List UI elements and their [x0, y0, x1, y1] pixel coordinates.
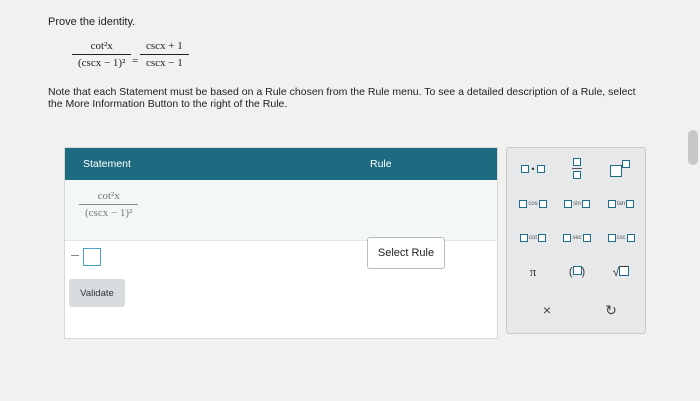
- undo-icon: ↻: [605, 301, 617, 318]
- cos-button[interactable]: cos: [513, 196, 553, 212]
- prompt-text: Prove the identity.: [48, 16, 136, 28]
- parentheses-button[interactable]: (): [561, 262, 593, 282]
- statement-expression: cot²x (cscx − 1)²: [79, 190, 139, 219]
- equals-sign: =: [132, 55, 139, 67]
- rule-header: Rule: [370, 158, 392, 170]
- statement-header: Statement: [83, 158, 131, 170]
- instructions-note: Note that each Statement must be based o…: [48, 86, 636, 110]
- placeholder-box-icon: [573, 170, 581, 179]
- reset-button[interactable]: ↻: [599, 300, 623, 320]
- cot-button[interactable]: cot: [513, 230, 553, 246]
- placeholder-box-icon: [536, 165, 545, 173]
- proof-table: Statement Rule cot²x (cscx − 1)² Select …: [64, 147, 498, 339]
- placeholder-box-icon: [573, 157, 581, 166]
- statement-input[interactable]: [83, 248, 101, 266]
- placeholder-box-icon: [538, 234, 546, 242]
- placeholder-box-icon: [521, 165, 530, 173]
- sec-button[interactable]: sec: [557, 230, 597, 246]
- sqrt-button[interactable]: √: [605, 262, 637, 282]
- placeholder-box-icon: [607, 200, 616, 208]
- dot-icon: •: [531, 164, 535, 174]
- identity-lhs: cot²x (cscx − 1)²: [72, 40, 132, 69]
- close-icon: ×: [542, 302, 552, 318]
- statement-denominator: (cscx − 1)²: [85, 207, 133, 219]
- csc-button[interactable]: csc: [601, 230, 641, 246]
- scrollbar[interactable]: [688, 130, 698, 165]
- placeholder-box-icon: [582, 234, 591, 242]
- lhs-numerator: cot²x: [90, 40, 113, 52]
- placeholder-box-icon: [607, 234, 616, 242]
- placeholder-box-icon: [564, 200, 573, 208]
- multiply-template-button[interactable]: •: [515, 160, 551, 178]
- rhs-denominator: cscx − 1: [146, 57, 183, 69]
- placeholder-box-icon: [519, 200, 528, 208]
- placeholder-box-icon: [626, 200, 635, 208]
- sqrt-icon: √: [613, 265, 630, 279]
- rhs-numerator: cscx + 1: [146, 40, 183, 52]
- placeholder-box-icon: [519, 234, 528, 242]
- fraction-bar-icon: [572, 167, 582, 169]
- parentheses-icon: (): [568, 266, 586, 278]
- lhs-denominator: (cscx − 1)²: [78, 57, 126, 69]
- table-header: Statement Rule: [65, 148, 497, 180]
- select-rule-button[interactable]: Select Rule: [367, 237, 445, 269]
- math-palette: • cos sin tan cot sec csc π () √ × ↻: [506, 147, 646, 334]
- exponent-template-button[interactable]: [602, 156, 638, 180]
- table-row: cot²x (cscx − 1)²: [65, 180, 497, 241]
- base-box-icon: [610, 165, 622, 177]
- clear-button[interactable]: ×: [535, 300, 559, 320]
- exponent-box-icon: [622, 160, 630, 168]
- pi-button[interactable]: π: [521, 262, 545, 282]
- placeholder-box-icon: [538, 200, 547, 208]
- sin-button[interactable]: sin: [557, 196, 597, 212]
- placeholder-box-icon: [626, 234, 635, 242]
- placeholder-box-icon: [563, 234, 572, 242]
- validate-button[interactable]: Validate: [69, 279, 125, 307]
- dash-icon: [71, 255, 79, 256]
- pi-icon: π: [529, 264, 537, 279]
- identity-rhs: cscx + 1 cscx − 1: [140, 40, 189, 69]
- tan-button[interactable]: tan: [601, 196, 641, 212]
- placeholder-box-icon: [581, 200, 590, 208]
- fraction-template-button[interactable]: [562, 154, 592, 182]
- statement-numerator: cot²x: [97, 190, 120, 202]
